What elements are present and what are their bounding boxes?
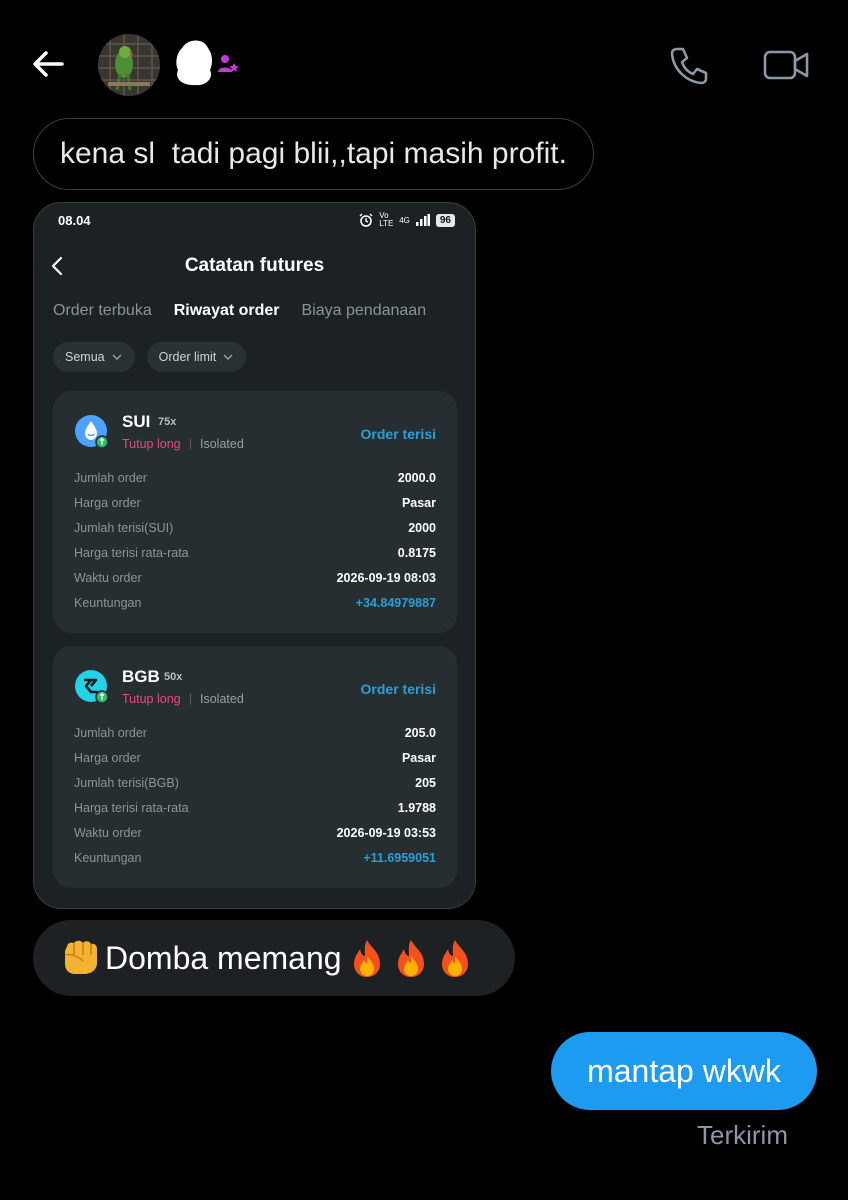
person-star-icon [218, 55, 239, 72]
emoji-message-text: Domba memang [105, 939, 342, 976]
filter-label: Order limit [158, 350, 217, 364]
detail-row: Harga order Pasar [74, 745, 436, 770]
avatar[interactable] [98, 34, 160, 96]
detail-value: 2000 [408, 520, 436, 535]
separator: | [189, 691, 193, 705]
order-side: Tutup long [122, 692, 181, 706]
detail-row: Jumlah terisi(SUI) 2000 [74, 515, 436, 540]
detail-label: Waktu order [74, 825, 142, 840]
detail-value: 1.9788 [397, 800, 436, 815]
detail-value: 2000.0 [397, 470, 436, 485]
detail-label: Harga terisi rata-rata [74, 545, 189, 560]
volte-indicator: Vo LTE [379, 211, 394, 228]
detail-value: 2026-09-19 08:03 [336, 570, 436, 585]
detail-row: Jumlah order 205.0 [74, 720, 436, 745]
filter-semua[interactable]: Semua [53, 342, 135, 372]
detail-row: Harga terisi rata-rata 0.8175 [74, 540, 436, 565]
sui-coin-icon [75, 415, 108, 448]
network-type: 4G [399, 215, 410, 225]
detail-label: Harga order [74, 495, 141, 510]
tab-bar: Order terbuka Riwayat order Biaya pendan… [53, 302, 426, 320]
detail-label: Harga terisi rata-rata [74, 800, 189, 815]
filter-label: Semua [65, 350, 105, 364]
detail-row: Jumlah order 2000.0 [74, 465, 436, 490]
order-status: Order terisi [360, 681, 436, 697]
shared-screenshot[interactable]: 08.04 Vo LTE 4G 96 Catatan futures Order… [33, 202, 476, 909]
profit-value: +11.6959051 [363, 850, 436, 865]
video-camera-icon [763, 50, 809, 80]
separator: | [189, 436, 193, 450]
detail-label: Waktu order [74, 570, 142, 585]
order-symbol: BGB [122, 667, 160, 686]
call-button[interactable] [668, 44, 710, 86]
filter-order-limit[interactable]: Order limit [146, 342, 247, 372]
filter-bar: Semua Order limit [53, 342, 247, 372]
video-call-button[interactable] [762, 44, 810, 86]
detail-value: Pasar [401, 750, 436, 765]
order-leverage: 75x [158, 416, 177, 428]
detail-label: Keuntungan [74, 595, 142, 610]
order-status: Order terisi [360, 426, 436, 442]
back-button[interactable] [28, 44, 68, 84]
detail-label: Jumlah order [74, 725, 147, 740]
status-bar-icons: Vo LTE 4G 96 [359, 212, 455, 228]
tab-riwayat-order[interactable]: Riwayat order [174, 302, 280, 320]
signal-icon [415, 214, 430, 226]
detail-value: 205.0 [404, 725, 436, 740]
detail-label: Jumlah terisi(SUI) [74, 520, 174, 535]
sent-status: Terkirim [697, 1120, 788, 1150]
received-message-text: kena sl tadi pagi blii,,tapi masih profi… [60, 137, 567, 170]
battery-level: 96 [435, 213, 455, 227]
detail-row: Waktu order 2026-09-19 03:53 [74, 820, 436, 845]
detail-label: Harga order [74, 750, 141, 765]
profit-value: +34.84979887 [355, 595, 436, 610]
detail-row: Waktu order 2026-09-19 08:03 [74, 565, 436, 590]
fire-icon [397, 940, 424, 977]
parrot-avatar-image [98, 34, 160, 96]
fire-icon [441, 940, 468, 977]
oncoming-fist-icon [64, 940, 97, 974]
detail-row: Keuntungan +34.84979887 [74, 590, 436, 615]
phone-icon [670, 47, 708, 85]
detail-value: 205 [415, 775, 436, 790]
detail-row: Harga order Pasar [74, 490, 436, 515]
detail-row: Jumlah terisi(BGB) 205 [74, 770, 436, 795]
detail-label: Keuntungan [74, 850, 142, 865]
detail-value: Pasar [401, 495, 436, 510]
order-details: Jumlah order 205.0 Harga order Pasar Jumla… [74, 720, 436, 870]
screen-title: Catatan futures [184, 255, 325, 276]
chevron-down-icon [112, 354, 122, 360]
detail-row: Harga terisi rata-rata 1.9788 [74, 795, 436, 820]
detail-row: Keuntungan +11.6959051 [74, 845, 436, 870]
contact-name-redacted[interactable] [174, 40, 214, 86]
order-symbol: SUI [122, 412, 151, 431]
fire-icon [353, 940, 380, 977]
order-details: Jumlah order 2000.0 Harga order Pasar Juml… [74, 465, 436, 615]
received-emoji-message[interactable]: Domba memang [33, 920, 515, 996]
detail-label: Jumlah terisi(BGB) [74, 775, 179, 790]
order-margin-mode: Isolated [200, 692, 244, 706]
received-message[interactable]: kena sl tadi pagi blii,,tapi masih profi… [33, 118, 594, 190]
bgb-coin-icon [75, 670, 108, 703]
detail-label: Jumlah order [74, 470, 147, 485]
chevron-down-icon [223, 354, 233, 360]
tab-biaya-pendanaan[interactable]: Biaya pendanaan [302, 302, 427, 320]
detail-value: 0.8175 [397, 545, 436, 560]
order-margin-mode: Isolated [200, 437, 244, 451]
status-bar-time: 08.04 [58, 213, 91, 228]
detail-value: 2026-09-19 03:53 [336, 825, 436, 840]
order-card-sui[interactable]: SUI 75x Tutup long | Isolated Order teri… [53, 391, 457, 633]
alarm-icon [359, 213, 373, 227]
sent-message-text: mantap wkwk [587, 1052, 781, 1089]
arrow-left-icon [33, 51, 64, 77]
order-card-bgb[interactable]: BGB 50x Tutup long | Isolated Order teri… [53, 646, 457, 888]
sent-message[interactable]: mantap wkwk [551, 1032, 817, 1110]
order-side: Tutup long [122, 437, 181, 451]
order-leverage: 50x [164, 671, 183, 683]
tab-order-terbuka[interactable]: Order terbuka [53, 302, 152, 320]
